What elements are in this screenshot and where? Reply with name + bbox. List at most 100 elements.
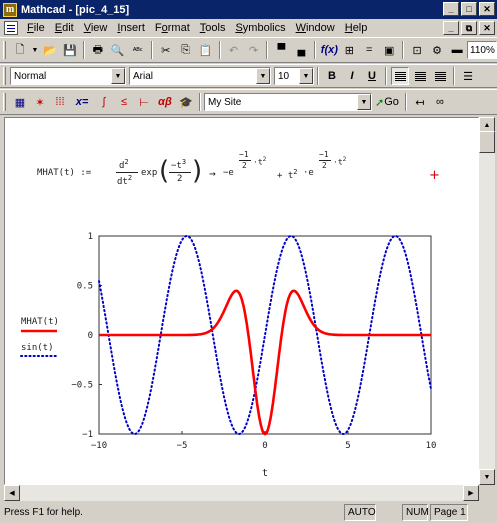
component-icon[interactable]: ⊡ [408, 41, 426, 59]
programming-palette-icon[interactable]: ⊢ [135, 93, 153, 111]
cut-icon[interactable]: ✂ [157, 41, 175, 59]
calculus-palette-icon[interactable]: ∫ [95, 93, 113, 111]
legend-mhat-label: MHAT(t) [21, 317, 59, 327]
go-icon: ➚ [375, 96, 385, 109]
align-center-button[interactable] [411, 67, 429, 85]
menu-view[interactable]: View [79, 22, 113, 34]
go-button[interactable]: ➚ Go [373, 93, 401, 111]
align-right-icon [434, 71, 446, 81]
align-down-icon[interactable]: ▄ [292, 41, 310, 59]
underline-button[interactable]: U [363, 67, 381, 85]
y-tick-label: −0.5 [71, 381, 93, 391]
close-icon: ✕ [483, 22, 491, 33]
toolbar-grip[interactable] [3, 41, 6, 59]
menu-bar: File Edit View Insert Format Tools Symbo… [0, 19, 497, 37]
italic-button[interactable]: I [343, 67, 361, 85]
close-button[interactable]: ✕ [479, 2, 495, 16]
maximize-icon: □ [466, 4, 472, 14]
calculator-icon[interactable]: ▦ [11, 93, 29, 111]
toolbar-grip[interactable] [3, 67, 6, 85]
boolean-palette-icon[interactable]: ≤ [115, 93, 133, 111]
font-size-select[interactable]: 10 ▼ [274, 67, 314, 85]
dropdown-arrow-icon[interactable]: ▼ [31, 41, 39, 59]
graph-palette-icon[interactable]: ✶ [31, 93, 49, 111]
chevron-down-icon[interactable]: ▼ [256, 68, 270, 84]
evaluation-palette-icon[interactable]: x= [71, 93, 93, 111]
spell-check-icon[interactable]: ᴬᴮᶜ [129, 41, 147, 59]
math-toolbar: ▦ ✶ ⁞⁞⁞ x= ∫ ≤ ⊢ αβ 🎓 My Site ▼ ➚ Go ↤ ∞ [0, 89, 497, 115]
copy-icon[interactable]: ⎘ [177, 41, 195, 59]
chevron-down-icon[interactable]: ▼ [111, 68, 125, 84]
print-preview-icon[interactable]: 🔍 [109, 41, 127, 59]
go-label: Go [384, 96, 399, 108]
minimize-icon: _ [448, 23, 454, 33]
x-tick-label: 5 [345, 441, 350, 451]
doc-minimize-button[interactable]: _ [443, 21, 459, 35]
status-auto: AUTO [344, 504, 376, 521]
close-icon: ✕ [483, 3, 491, 14]
menu-window[interactable]: Window [291, 22, 340, 34]
scroll-left-button[interactable]: ◀ [4, 485, 20, 501]
open-folder-icon[interactable]: 📂 [41, 41, 59, 59]
legend-sin-label: sin(t) [21, 343, 54, 353]
print-icon[interactable]: 🖶 [89, 41, 107, 59]
minimize-button[interactable]: _ [443, 2, 459, 16]
x-tick-label: 10 [426, 441, 437, 451]
new-document-icon[interactable]: 🗋 [11, 41, 29, 59]
menu-file[interactable]: File [22, 22, 50, 34]
calculate-icon[interactable]: = [360, 41, 378, 59]
scroll-thumb[interactable] [479, 131, 495, 153]
bold-button[interactable]: B [323, 67, 341, 85]
align-left-icon [394, 71, 406, 81]
toolbar-grip[interactable] [3, 93, 6, 111]
undo-icon[interactable]: ↶ [225, 41, 243, 59]
align-right-button[interactable] [431, 67, 449, 85]
style-select[interactable]: Normal ▼ [10, 67, 126, 85]
resource-select[interactable]: My Site ▼ [204, 93, 372, 111]
scroll-corner [479, 485, 495, 501]
doc-restore-button[interactable]: ⧉ [461, 21, 477, 35]
status-bar: Press F1 for help. AUTO NUM Page 1 [0, 502, 497, 523]
document-icon[interactable] [4, 21, 18, 35]
horizontal-scrollbar[interactable]: ◀ ▶ [4, 485, 479, 501]
maximize-button[interactable]: □ [461, 2, 477, 16]
status-page: Page 1 [430, 504, 468, 521]
resource-value: My Site [208, 96, 242, 108]
resource-center-icon[interactable]: ⚙ [428, 41, 446, 59]
back-icon[interactable]: ↤ [411, 93, 429, 111]
align-top-icon[interactable]: ▀ [272, 41, 290, 59]
menu-symbolics[interactable]: Symbolics [230, 22, 290, 34]
redo-icon[interactable]: ↷ [245, 41, 263, 59]
menu-edit[interactable]: Edit [50, 22, 79, 34]
title-bar[interactable]: m Mathcad - [pic_4_15] _ □ ✕ [0, 0, 497, 19]
paste-icon[interactable]: 📋 [197, 41, 215, 59]
menu-help[interactable]: Help [340, 22, 373, 34]
matrix-palette-icon[interactable]: ⁞⁞⁞ [51, 93, 69, 111]
arrow-up-icon: ▲ [483, 121, 491, 129]
worksheet[interactable]: MHAT(t) := d2 dt2 exp ( −t3 2 ) → −e −1 … [4, 117, 479, 485]
symbolic-palette-icon[interactable]: 🎓 [177, 93, 195, 111]
menu-insert[interactable]: Insert [112, 22, 150, 34]
scroll-right-button[interactable]: ▶ [463, 485, 479, 501]
help-icon[interactable]: ▬ [448, 41, 466, 59]
menu-format[interactable]: Format [150, 22, 195, 34]
insert-unit-icon[interactable]: ⊞ [340, 41, 358, 59]
doc-close-button[interactable]: ✕ [479, 21, 495, 35]
insert-graph-icon[interactable]: ▣ [380, 41, 398, 59]
insert-function-icon[interactable]: f(x) [320, 41, 338, 59]
bullets-icon[interactable]: ☰ [459, 67, 477, 85]
align-left-button[interactable] [391, 67, 409, 85]
x-tick-label: −5 [177, 441, 188, 451]
zoom-select[interactable]: 110% [467, 41, 497, 59]
font-select[interactable]: Arial ▼ [129, 67, 271, 85]
mathcad-app-icon[interactable]: m [3, 2, 17, 17]
scroll-down-button[interactable]: ▼ [479, 469, 495, 485]
infinity-icon[interactable]: ∞ [431, 93, 449, 111]
save-icon[interactable]: 💾 [61, 41, 79, 59]
vertical-scrollbar[interactable]: ▲ ▼ [479, 117, 495, 485]
greek-palette-icon[interactable]: αβ [155, 93, 175, 111]
chevron-down-icon[interactable]: ▼ [299, 68, 313, 84]
xy-plot[interactable]: −10 −5 0 5 10 1 0.5 0 −0.5 −1 t MHAT(t) sin(t) [5, 118, 479, 485]
menu-tools[interactable]: Tools [195, 22, 231, 34]
chevron-down-icon[interactable]: ▼ [357, 94, 371, 110]
